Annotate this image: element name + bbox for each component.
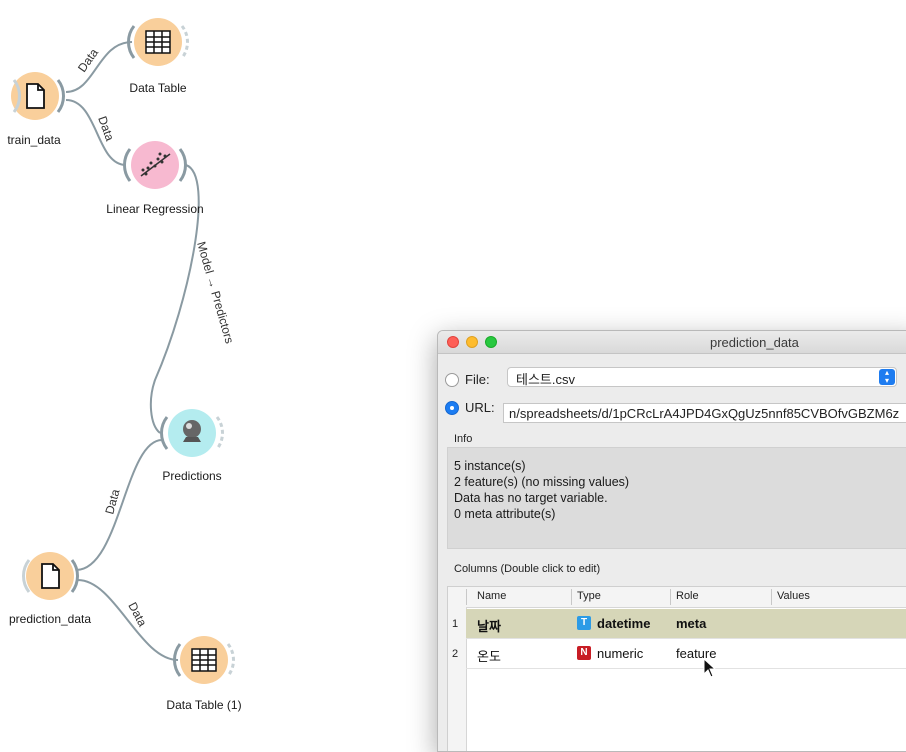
header-name[interactable]: Name [477,590,506,602]
datetime-type-icon: T [577,616,591,630]
table-icon [191,648,217,672]
mouse-cursor-icon [703,658,717,678]
url-value: n/spreadsheets/d/1pCRcLrA4JPD4GxQgUz5nnf… [509,406,900,421]
url-input[interactable]: n/spreadsheets/d/1pCRcLrA4JPD4GxQgUz5nnf… [503,403,906,423]
columns-section-title: Columns (Double click to edit) [454,563,601,575]
cell-type[interactable]: datetime [597,616,650,631]
info-line: 0 meta attribute(s) [454,507,556,521]
minimize-window-button[interactable] [466,336,478,348]
columns-table-header: Name Type Role Values [448,587,906,608]
url-source-row[interactable]: URL: [445,400,495,415]
node-label-predictions: Predictions [162,469,222,483]
row-number: 1 [452,618,459,630]
info-line: 5 instance(s) [454,459,526,473]
info-line: Data has no target variable. [454,491,608,505]
node-label-data-table: Data Table [129,81,187,95]
info-line: 2 feature(s) (no missing values) [454,475,630,489]
link-label-train-table: Data [75,46,101,75]
cell-role[interactable]: meta [676,616,706,631]
link-label-train-lr: Data [95,114,117,143]
zoom-window-button[interactable] [485,336,497,348]
file-label: File: [465,372,490,387]
node-prediction-data[interactable] [22,552,79,600]
file-radio[interactable] [445,372,459,387]
header-type[interactable]: Type [577,590,601,602]
node-data-table-1[interactable] [173,636,235,684]
node-label-train-data: train_data [7,133,61,147]
cell-name[interactable]: 날짜 [477,616,501,635]
link-train-to-lr[interactable] [65,99,127,166]
url-label: URL: [465,400,495,415]
header-values[interactable]: Values [777,590,810,602]
crystal-ball-icon [183,420,201,442]
table-row[interactable]: 온도 N numeric feature [466,639,906,668]
window-title: prediction_data [710,335,799,350]
numeric-type-icon: N [577,646,591,660]
link-pred-data-to-predictions[interactable] [75,439,163,571]
header-role[interactable]: Role [676,590,699,602]
file-source-row[interactable]: File: [445,372,490,387]
node-label-linear-regression: Linear Regression [106,202,204,216]
row-number: 2 [452,648,459,660]
table-row[interactable]: 날짜 T datetime meta [466,609,906,638]
close-window-button[interactable] [447,336,459,348]
combo-arrows-icon[interactable]: ▴ ▾ [879,369,895,385]
info-box: 5 instance(s) 2 feature(s) (no missing v… [447,447,906,549]
node-predictions[interactable] [160,409,224,457]
file-combo-value: 테스트.csv [516,372,575,387]
cell-type[interactable]: numeric [597,646,643,661]
node-label-prediction-data: prediction_data [8,612,92,626]
cell-name[interactable]: 온도 [477,646,501,665]
node-data-table[interactable] [127,18,189,66]
table-icon [145,30,171,54]
columns-table[interactable]: Name Type Role Values 날짜 T datetime meta… [447,586,906,751]
url-radio[interactable] [445,400,459,415]
file-combo[interactable]: 테스트.csv ▴ ▾ [507,367,897,387]
node-label-data-table-1: Data Table (1) [166,698,242,712]
link-label-lr-pred: Model → Predictors [194,240,237,345]
info-section-title: Info [454,433,473,445]
link-label-preddata-table1: Data [125,600,149,629]
file-icon [41,563,60,589]
link-pred-data-to-table1[interactable] [77,579,179,661]
node-linear-regression[interactable] [123,141,187,189]
file-icon [26,83,45,109]
window-titlebar[interactable]: prediction_data [438,331,906,354]
node-train-data[interactable] [11,72,65,120]
file-widget-window[interactable]: prediction_data File: 테스트.csv ▴ ▾ URL: n/… [437,330,906,752]
